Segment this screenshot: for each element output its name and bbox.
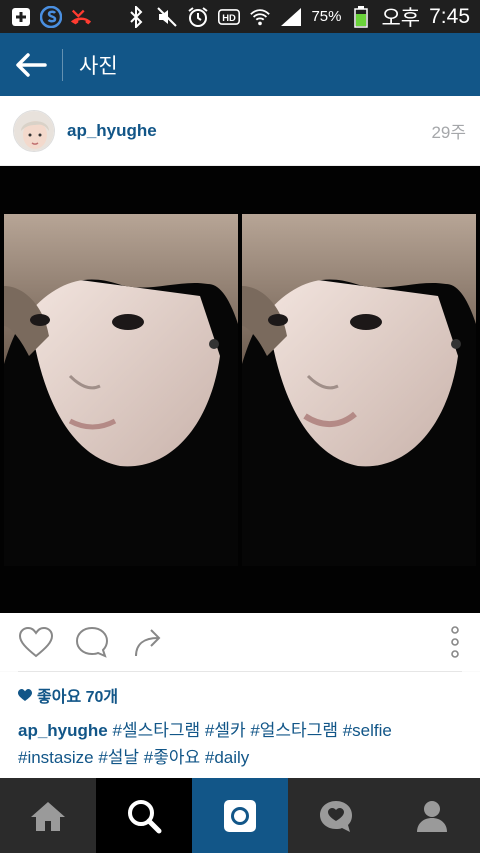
s-app-icon — [40, 5, 62, 28]
more-icon — [451, 626, 459, 658]
post-caption: ap_hyughe #셀스타그램 #셀카 #얼스타그램 #selfie #ins… — [18, 717, 462, 771]
app-bar: 사진 — [0, 33, 480, 96]
search-icon — [128, 799, 162, 833]
activity-icon — [320, 800, 352, 832]
page-title: 사진 — [79, 54, 118, 78]
hd-icon: HD — [218, 6, 241, 28]
wifi-icon — [249, 6, 271, 28]
signal-icon — [280, 6, 302, 28]
post-photo[interactable] — [0, 166, 480, 613]
arrow-left-icon — [16, 52, 47, 77]
nav-activity[interactable] — [288, 778, 384, 853]
bottom-navigation — [0, 778, 480, 853]
nav-home[interactable] — [0, 778, 96, 853]
avatar[interactable] — [13, 109, 55, 152]
likes-count[interactable]: 좋아요 70개 — [18, 684, 462, 706]
battery-percent: 75% — [311, 8, 342, 25]
mute-icon — [156, 6, 178, 28]
caption-hashtags-line1[interactable]: #셀스타그램 #셀카 #얼스타그램 #selfie — [112, 721, 391, 740]
share-icon — [135, 629, 161, 657]
likes-label: 좋아요 70개 — [37, 689, 119, 706]
post-time: 29주 — [431, 123, 466, 142]
nav-camera[interactable] — [192, 778, 288, 853]
alarm-icon — [187, 6, 209, 28]
home-icon — [31, 801, 65, 831]
more-button[interactable] — [440, 613, 470, 671]
post-actions — [0, 613, 480, 671]
svg-text:HD: HD — [223, 11, 237, 22]
nav-profile[interactable] — [384, 778, 480, 853]
comment-icon — [75, 626, 109, 658]
plus-box-icon — [10, 6, 32, 28]
post-info: 좋아요 70개 ap_hyughe #셀스타그램 #셀카 #얼스타그램 #sel… — [0, 672, 480, 778]
share-button[interactable] — [120, 613, 176, 671]
profile-icon — [417, 800, 447, 832]
caption-hashtags-line2[interactable]: #instasize #설날 #좋아요 #daily — [18, 748, 249, 767]
comment-button[interactable] — [64, 613, 120, 671]
missed-call-icon — [70, 6, 92, 28]
back-button[interactable] — [0, 33, 62, 96]
nav-search[interactable] — [96, 778, 192, 853]
like-button[interactable] — [8, 613, 64, 671]
heart-icon — [18, 626, 54, 658]
selfie-left — [4, 214, 238, 566]
status-ampm: 오후 — [381, 6, 421, 30]
caption-username[interactable]: ap_hyughe — [18, 721, 108, 740]
selfie-right — [242, 214, 476, 566]
heart-filled-icon — [18, 688, 32, 701]
post-header: ap_hyughe 29주 — [0, 96, 480, 166]
status-bar: HD 75% 오후 7:45 — [0, 0, 480, 33]
post-username[interactable]: ap_hyughe — [67, 121, 157, 141]
status-time: 7:45 — [429, 4, 470, 28]
battery-icon — [350, 5, 372, 28]
bluetooth-icon — [125, 5, 147, 28]
camera-icon — [224, 799, 256, 832]
